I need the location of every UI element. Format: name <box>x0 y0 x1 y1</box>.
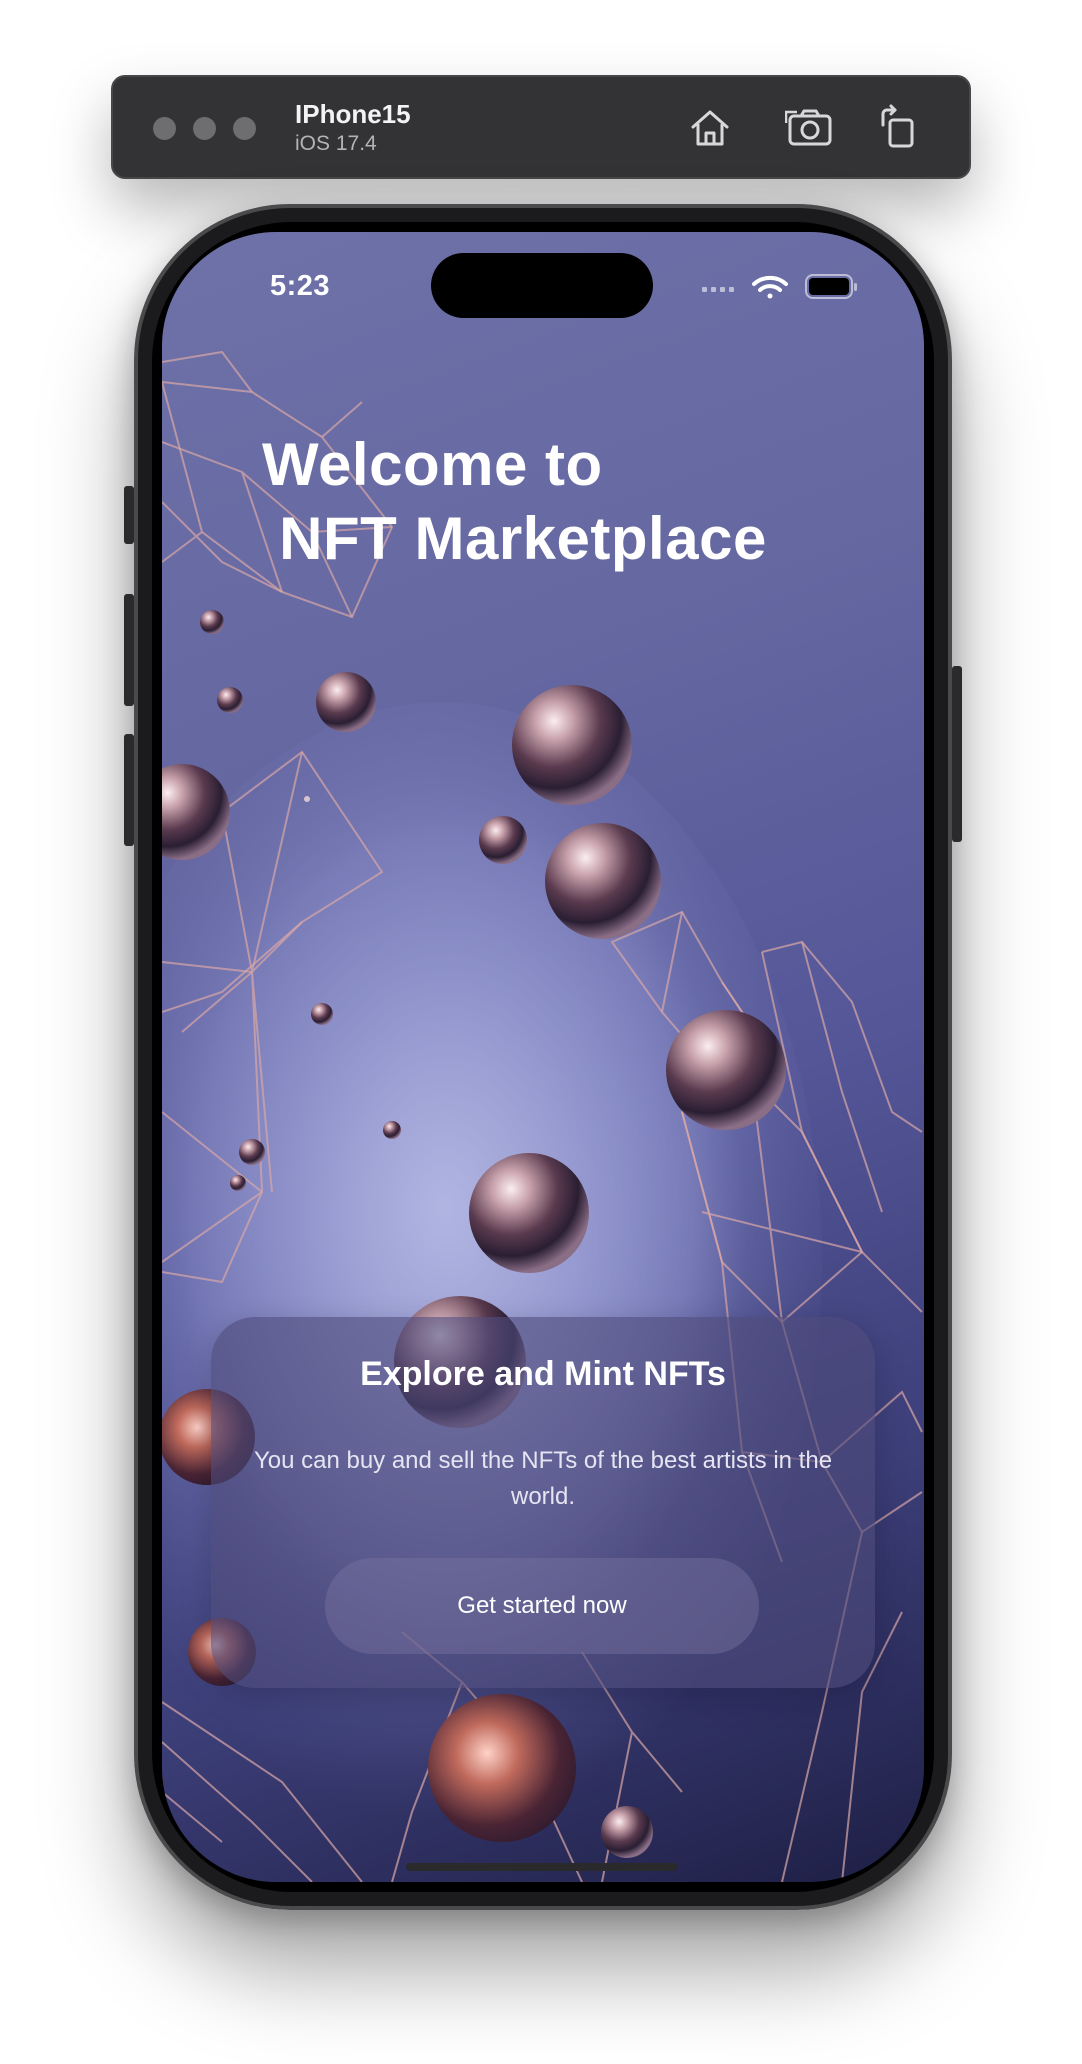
power-button[interactable] <box>952 666 962 842</box>
window-minimize-button[interactable] <box>193 117 216 140</box>
onboarding-card: Explore and Mint NFTs You can buy and se… <box>211 1317 875 1688</box>
cellular-signal-icon <box>702 287 734 292</box>
volume-up-button[interactable] <box>124 594 134 706</box>
dynamic-island <box>431 253 653 318</box>
action-button[interactable] <box>124 486 134 544</box>
card-description: You can buy and sell the NFTs of the bes… <box>253 1447 833 1510</box>
status-icons <box>702 272 862 302</box>
device-os-version: iOS 17.4 <box>295 132 377 155</box>
app-screen: 5:23 Welcome to NFT Marketplace Explore … <box>162 232 924 1882</box>
get-started-button[interactable]: Get started now <box>325 1558 759 1654</box>
welcome-heading: Welcome to NFT Marketplace <box>262 431 767 572</box>
window-close-button[interactable] <box>153 117 176 140</box>
rotate-icon[interactable] <box>873 103 923 153</box>
screenshot-icon[interactable] <box>785 103 835 153</box>
status-time: 5:23 <box>270 270 331 302</box>
battery-icon <box>805 274 857 299</box>
home-icon[interactable] <box>685 103 735 153</box>
simulator-toolbar: IPhone15 iOS 17.4 <box>111 75 971 179</box>
card-title: Explore and Mint NFTs <box>360 1355 726 1393</box>
wifi-icon <box>752 275 788 299</box>
home-indicator[interactable] <box>406 1863 678 1871</box>
window-zoom-button[interactable] <box>233 117 256 140</box>
volume-down-button[interactable] <box>124 734 134 846</box>
device-name: IPhone15 <box>295 99 411 129</box>
